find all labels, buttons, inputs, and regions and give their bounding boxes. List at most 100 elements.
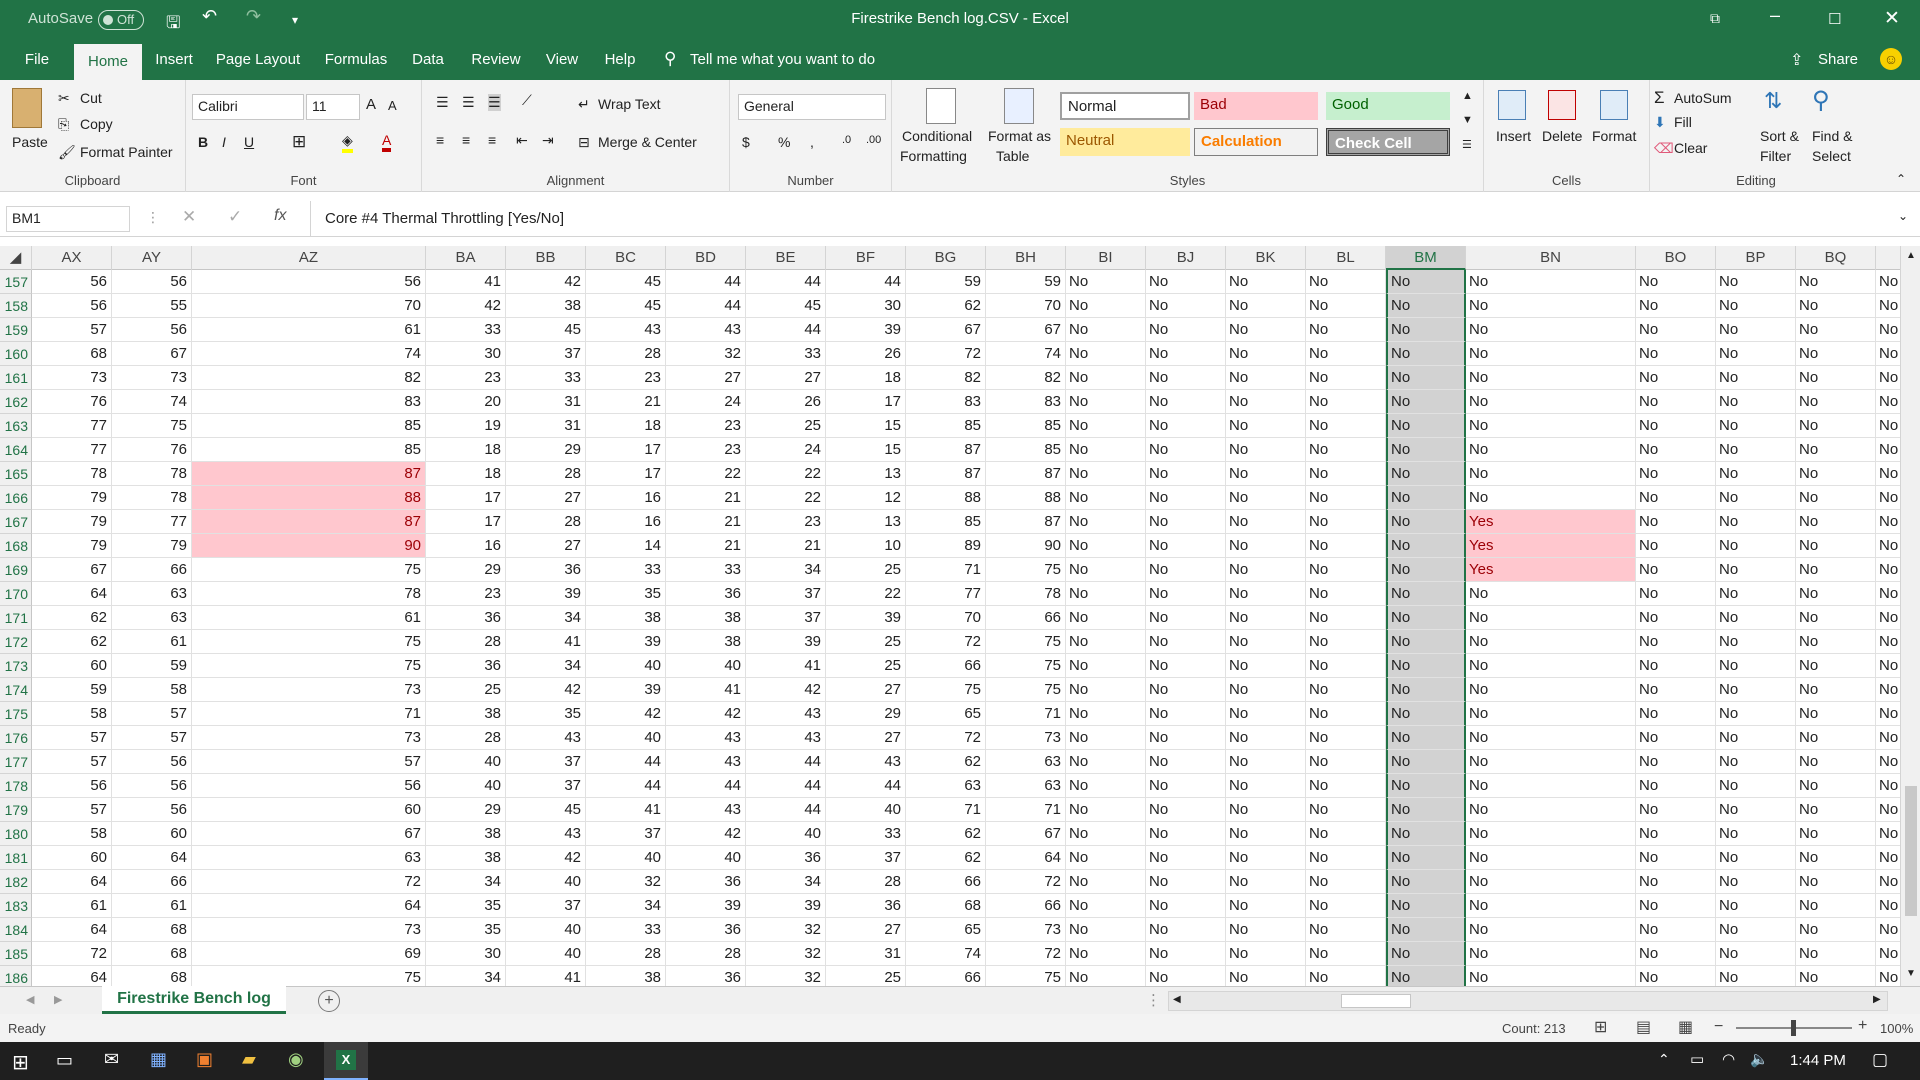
- cell-partial[interactable]: No: [1876, 510, 1900, 534]
- style-calculation[interactable]: Calculation: [1194, 128, 1318, 156]
- number-format-select[interactable]: General: [738, 94, 886, 120]
- style-neutral[interactable]: Neutral: [1060, 128, 1190, 156]
- wifi-icon[interactable]: ◠: [1722, 1050, 1735, 1068]
- cell-ax[interactable]: 64: [32, 870, 112, 894]
- clear-button[interactable]: Clear: [1674, 140, 1707, 156]
- cell-bc[interactable]: 39: [586, 630, 666, 654]
- cell-bk[interactable]: No: [1226, 774, 1306, 798]
- cell-ax[interactable]: 60: [32, 846, 112, 870]
- cell-bc[interactable]: 28: [586, 942, 666, 966]
- cell-bi[interactable]: No: [1066, 462, 1146, 486]
- cell-bi[interactable]: No: [1066, 606, 1146, 630]
- cell-partial[interactable]: No: [1876, 918, 1900, 942]
- cell-ba[interactable]: 18: [426, 438, 506, 462]
- cell-bk[interactable]: No: [1226, 534, 1306, 558]
- cell-bl[interactable]: No: [1306, 630, 1386, 654]
- cell-bl[interactable]: No: [1306, 486, 1386, 510]
- formula-input-area[interactable]: Core #4 Thermal Throttling [Yes/No]: [310, 201, 1900, 237]
- cell-be[interactable]: 43: [746, 726, 826, 750]
- cell-bc[interactable]: 14: [586, 534, 666, 558]
- cell-bj[interactable]: No: [1146, 822, 1226, 846]
- cell-bm[interactable]: No: [1386, 606, 1466, 630]
- cell-bc[interactable]: 44: [586, 750, 666, 774]
- cell-bi[interactable]: No: [1066, 798, 1146, 822]
- cell-bm[interactable]: No: [1386, 534, 1466, 558]
- sort-filter-label[interactable]: Sort &: [1760, 128, 1799, 144]
- row-header[interactable]: 170: [0, 582, 32, 606]
- cell-az[interactable]: 72: [192, 870, 426, 894]
- cell-bq[interactable]: No: [1796, 774, 1876, 798]
- cell-be[interactable]: 37: [746, 582, 826, 606]
- cell-bl[interactable]: No: [1306, 678, 1386, 702]
- cell-bk[interactable]: No: [1226, 558, 1306, 582]
- cell-bj[interactable]: No: [1146, 390, 1226, 414]
- format-painter-icon[interactable]: 🖌: [58, 144, 76, 161]
- tell-me-input[interactable]: Tell me what you want to do: [690, 51, 875, 68]
- cell-ba[interactable]: 19: [426, 414, 506, 438]
- customize-qat-icon[interactable]: ▾: [292, 13, 298, 27]
- cell-az[interactable]: 69: [192, 942, 426, 966]
- cell-bg[interactable]: 63: [906, 774, 986, 798]
- cell-bi[interactable]: No: [1066, 750, 1146, 774]
- style-good[interactable]: Good: [1326, 92, 1450, 120]
- column-header-bj[interactable]: BJ: [1146, 246, 1226, 270]
- cell-be[interactable]: 21: [746, 534, 826, 558]
- row-header[interactable]: 161: [0, 366, 32, 390]
- cell-bg[interactable]: 88: [906, 486, 986, 510]
- cell-bh[interactable]: 75: [986, 630, 1066, 654]
- cell-bi[interactable]: No: [1066, 270, 1146, 294]
- row-header[interactable]: 157: [0, 270, 32, 294]
- cell-bl[interactable]: No: [1306, 366, 1386, 390]
- cell-az[interactable]: 63: [192, 846, 426, 870]
- cell-ax[interactable]: 78: [32, 462, 112, 486]
- cell-bk[interactable]: No: [1226, 798, 1306, 822]
- cell-ba[interactable]: 28: [426, 630, 506, 654]
- tab-insert[interactable]: Insert: [148, 40, 200, 80]
- zoom-out-icon[interactable]: −: [1714, 1018, 1723, 1036]
- cell-bf[interactable]: 28: [826, 870, 906, 894]
- cell-bf[interactable]: 39: [826, 318, 906, 342]
- row-header[interactable]: 185: [0, 942, 32, 966]
- cell-bm[interactable]: No: [1386, 726, 1466, 750]
- cell-bb[interactable]: 33: [506, 366, 586, 390]
- cell-bo[interactable]: No: [1636, 894, 1716, 918]
- cell-bb[interactable]: 29: [506, 438, 586, 462]
- column-header-bg[interactable]: BG: [906, 246, 986, 270]
- cell-bq[interactable]: No: [1796, 894, 1876, 918]
- conditional-formatting-label-2[interactable]: Formatting: [900, 148, 967, 164]
- cell-bf[interactable]: 44: [826, 270, 906, 294]
- cell-bl[interactable]: No: [1306, 558, 1386, 582]
- cell-bl[interactable]: No: [1306, 894, 1386, 918]
- cell-az[interactable]: 61: [192, 318, 426, 342]
- cell-ax[interactable]: 56: [32, 774, 112, 798]
- format-painter-button[interactable]: Format Painter: [80, 144, 173, 160]
- copy-button[interactable]: Copy: [80, 116, 113, 132]
- cell-ba[interactable]: 41: [426, 270, 506, 294]
- cell-bf[interactable]: 13: [826, 462, 906, 486]
- cell-bi[interactable]: No: [1066, 678, 1146, 702]
- conditional-formatting-icon[interactable]: [926, 88, 956, 124]
- cell-bj[interactable]: No: [1146, 702, 1226, 726]
- merge-icon[interactable]: ⊟: [578, 134, 590, 151]
- row-header[interactable]: 167: [0, 510, 32, 534]
- column-header-bk[interactable]: BK: [1226, 246, 1306, 270]
- cell-bp[interactable]: No: [1716, 966, 1796, 986]
- cell-be[interactable]: 23: [746, 510, 826, 534]
- cell-bq[interactable]: No: [1796, 462, 1876, 486]
- decrease-indent-icon[interactable]: ⇤: [516, 132, 528, 149]
- column-header-bn[interactable]: BN: [1466, 246, 1636, 270]
- bottom-align-icon[interactable]: ☰: [488, 94, 501, 111]
- cell-bk[interactable]: No: [1226, 582, 1306, 606]
- enter-formula-icon[interactable]: ✓: [228, 207, 242, 227]
- cell-bc[interactable]: 38: [586, 606, 666, 630]
- cell-bc[interactable]: 17: [586, 462, 666, 486]
- cell-bl[interactable]: No: [1306, 918, 1386, 942]
- cell-ax[interactable]: 60: [32, 654, 112, 678]
- cell-bk[interactable]: No: [1226, 606, 1306, 630]
- cell-bi[interactable]: No: [1066, 486, 1146, 510]
- autosum-button[interactable]: AutoSum: [1674, 90, 1732, 106]
- cell-bp[interactable]: No: [1716, 846, 1796, 870]
- cell-bp[interactable]: No: [1716, 606, 1796, 630]
- cell-bc[interactable]: 38: [586, 966, 666, 986]
- cell-bo[interactable]: No: [1636, 822, 1716, 846]
